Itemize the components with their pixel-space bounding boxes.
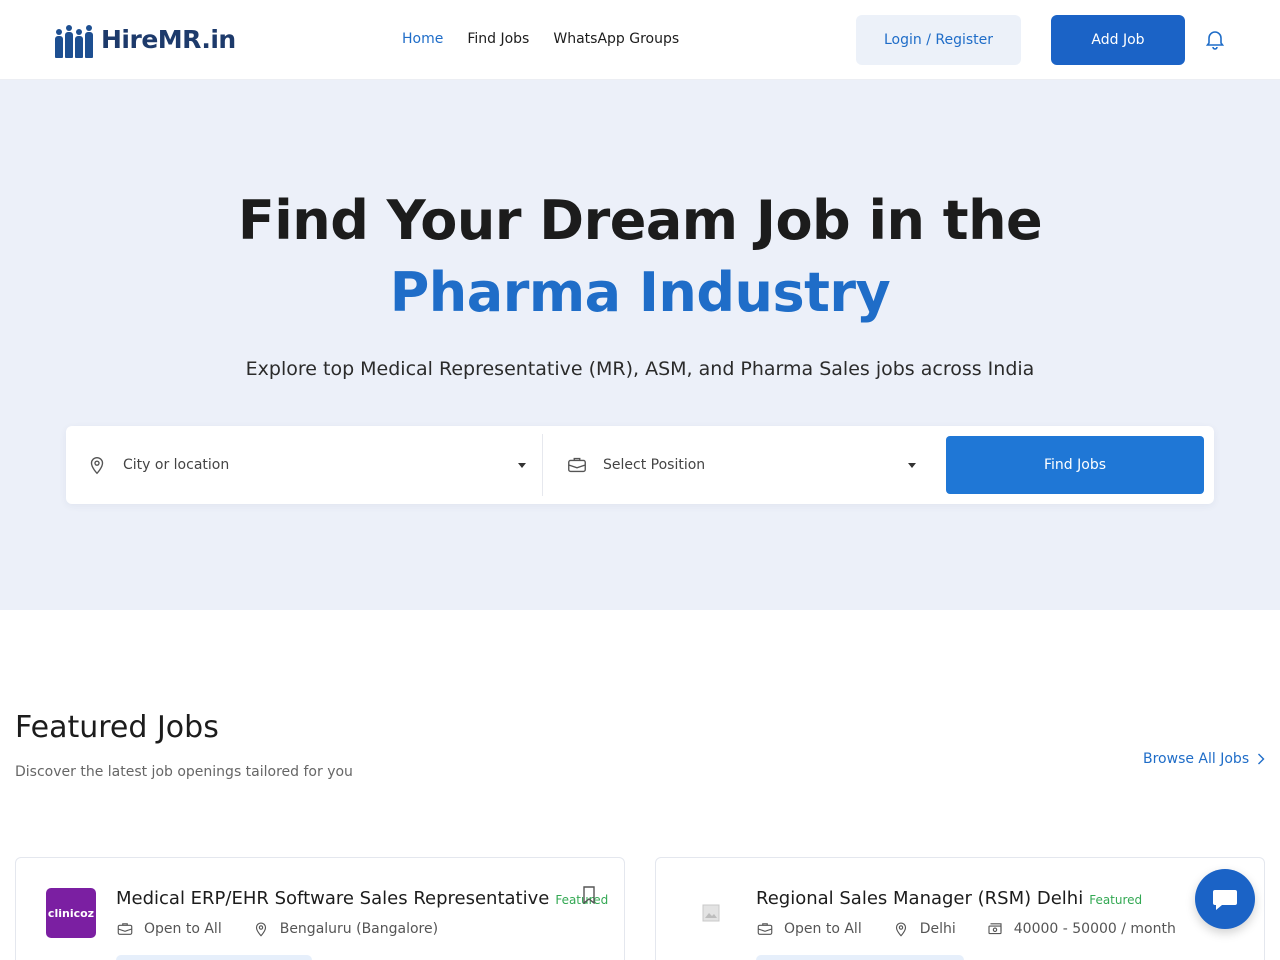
eligibility-text: Open to All <box>784 921 862 937</box>
featured-jobs-subtitle: Discover the latest job openings tailore… <box>15 764 353 780</box>
hero-subtitle: Explore top Medical Representative (MR),… <box>245 358 1035 380</box>
add-job-button[interactable]: Add Job <box>1051 15 1185 65</box>
position-select[interactable]: Select Position <box>566 426 916 504</box>
job-category-pill <box>756 955 964 960</box>
nav-find-jobs[interactable]: Find Jobs <box>467 31 529 47</box>
position-placeholder: Select Position <box>603 457 706 473</box>
chevron-down-icon <box>908 462 916 468</box>
eligibility: Open to All <box>756 920 862 938</box>
location-placeholder: City or location <box>123 457 230 473</box>
find-jobs-button[interactable]: Find Jobs <box>946 436 1204 494</box>
site-header: HireMR.in Home Find Jobs WhatsApp Groups… <box>0 0 1280 80</box>
featured-tag: Featured <box>1089 893 1143 907</box>
chat-icon <box>1213 890 1237 910</box>
briefcase-icon <box>568 457 586 473</box>
job-category-pill <box>116 955 312 960</box>
job-title[interactable]: Regional Sales Manager (RSM) Delhi Featur… <box>756 888 1142 909</box>
bell-icon[interactable] <box>1203 27 1227 51</box>
bookmark-icon[interactable] <box>582 886 596 904</box>
map-pin-icon <box>255 922 266 937</box>
job-salary: 40000 - 50000 / month <box>986 920 1176 938</box>
location-select[interactable]: City or location <box>86 426 526 504</box>
salary-text: 40000 - 50000 / month <box>1013 921 1176 937</box>
job-title[interactable]: Medical ERP/EHR Software Sales Represent… <box>116 888 608 909</box>
job-title-text: Medical ERP/EHR Software Sales Represent… <box>116 888 550 909</box>
job-search-bar: City or location Select Position Find Jo… <box>66 426 1214 504</box>
briefcase-icon <box>117 923 133 935</box>
people-logo-icon <box>55 20 95 58</box>
search-divider <box>542 434 543 496</box>
location-text: Delhi <box>919 921 956 937</box>
hero-section: Find Your Dream Job in the Pharma Indust… <box>0 80 1280 610</box>
eligibility: Open to All <box>116 920 222 938</box>
chevron-down-icon <box>518 462 526 468</box>
browse-all-jobs-label: Browse All Jobs <box>1143 751 1250 767</box>
eligibility-text: Open to All <box>144 921 222 937</box>
location-text: Bengaluru (Bangalore) <box>279 921 439 937</box>
hero-title-line2: Pharma Industry <box>389 261 891 324</box>
hero-title-line1: Find Your Dream Job in the <box>237 189 1043 252</box>
money-icon <box>988 923 1002 935</box>
chevron-right-icon <box>1258 753 1265 765</box>
briefcase-icon <box>757 923 773 935</box>
brand-name: HireMR.in <box>101 24 236 54</box>
brand-logo[interactable]: HireMR.in <box>55 20 236 58</box>
job-location: Delhi <box>892 920 956 938</box>
chat-button[interactable] <box>1195 869 1255 929</box>
browse-all-jobs-link[interactable]: Browse All Jobs <box>1143 751 1265 767</box>
company-logo-placeholder <box>686 888 736 938</box>
map-pin-icon <box>895 922 906 937</box>
featured-jobs-title: Featured Jobs <box>15 710 219 745</box>
job-card[interactable]: Regional Sales Manager (RSM) Delhi Featur… <box>655 857 1265 960</box>
nav-whatsapp-groups[interactable]: WhatsApp Groups <box>553 31 679 47</box>
job-location: Bengaluru (Bangalore) <box>252 920 438 938</box>
job-meta: Open to All Delhi 40000 - 50000 / month <box>756 920 1206 938</box>
nav-home[interactable]: Home <box>402 31 443 47</box>
job-title-text: Regional Sales Manager (RSM) Delhi <box>756 888 1084 909</box>
main-nav: Home Find Jobs WhatsApp Groups <box>402 31 679 47</box>
map-pin-icon <box>90 457 104 475</box>
job-card[interactable]: clinicoz Medical ERP/EHR Software Sales … <box>15 857 625 960</box>
login-register-button[interactable]: Login / Register <box>856 15 1021 65</box>
image-placeholder-icon <box>702 904 720 922</box>
company-logo: clinicoz <box>46 888 96 938</box>
job-meta: Open to All Bengaluru (Bangalore) <box>116 920 468 938</box>
hero-title: Find Your Dream Job in the Pharma Indust… <box>0 185 1280 329</box>
